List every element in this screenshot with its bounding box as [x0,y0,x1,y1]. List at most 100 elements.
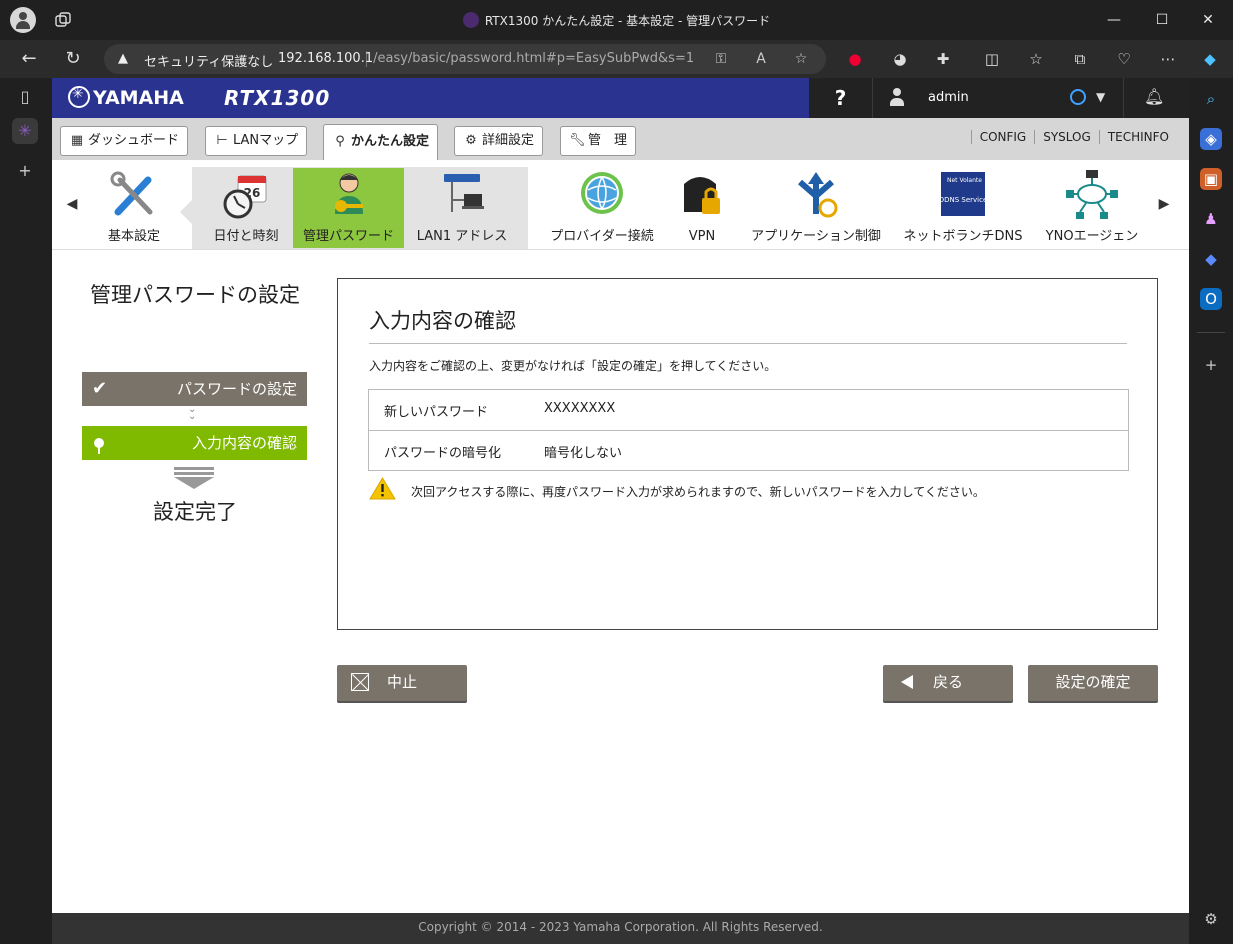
scroll-left-arrow-icon[interactable]: ◀ [64,196,80,216]
setting-category-bar: ◀ ▶ 基本設定 26 日付と時刻 管理パスワード LAN1 アドレス プロバイ… [52,160,1189,250]
vertical-tabs-rail: ▯ ✳ + [0,78,52,944]
back-button[interactable]: 戻る [883,665,1013,701]
search-icon[interactable]: ⌕ [1200,88,1222,110]
lan-tree-icon: ⊢ [216,133,228,148]
tools-briefcase-icon[interactable]: ▣ [1200,168,1222,190]
header-divider [1123,78,1124,118]
admin-person-key-icon [334,173,363,214]
row-key: 新しいパスワード [384,405,489,420]
tab-lan-map[interactable]: ⊢ LANマップ [205,126,308,156]
step-complete: 設定完了 [153,500,237,524]
maximize-icon[interactable]: ☐ [1152,10,1172,30]
key-icon[interactable]: ⚿ [712,50,730,68]
copilot-sidebar-icon[interactable]: ◆ [1200,248,1222,270]
yamaha-logo: YAMAHA [68,86,184,109]
minimize-icon[interactable]: — [1104,10,1124,30]
help-button[interactable]: ? [809,78,873,118]
notification-bell-icon[interactable]: 🔔︎ [1144,87,1164,106]
link-techinfo[interactable]: TECHINFO [1098,130,1177,144]
confirmation-panel: 入力内容の確認 入力内容をご確認の上、変更がなければ「設定の確定」を押してくださ… [337,278,1158,630]
dashboard-grid-icon: ▦ [70,133,84,148]
category-basic-settings[interactable]: 基本設定 [96,168,172,248]
collections-icon[interactable]: ⧉ [1070,49,1090,69]
address-bar[interactable]: ▲ セキュリティ保護なし 192.168.100.1/easy/basic/pa… [104,44,826,74]
shopping-tag-icon[interactable]: ◈ [1200,128,1222,150]
outlook-icon[interactable]: O [1200,288,1222,310]
favorite-star-icon[interactable]: ☆ [792,50,810,68]
wrench-icon: 🔧︎ [569,133,586,148]
yamaha-tuning-fork-icon [68,86,90,108]
warning-triangle-icon [369,477,396,500]
category-application-control[interactable]: アプリケーション制御 [746,168,886,248]
chevron-down-icon[interactable]: ▼ [1096,90,1105,104]
tab-panel-icon[interactable]: ▯ [12,84,38,110]
back-arrow-icon[interactable]: ← [18,48,40,70]
submenu-notch [180,200,192,224]
url-text[interactable]: 192.168.100.1/easy/basic/password.html#p… [278,51,694,66]
games-icon[interactable]: ♟ [1200,208,1222,230]
yamaha-favicon-icon [462,12,479,28]
browser-toolbar: ← ↻ ▲ セキュリティ保護なし 192.168.100.1/easy/basi… [0,40,1233,78]
top-links: CONFIG SYSLOG TECHINFO [970,130,1177,144]
cloud-network-icon [1066,170,1118,219]
ddns-service-icon: Net Volante DDNS Service [939,172,988,216]
tab-advanced-settings[interactable]: ⚙ 詳細設定 [454,126,544,156]
scroll-right-arrow-icon[interactable]: ▶ [1156,196,1172,216]
active-tab-favicon-icon[interactable]: ✳ [12,118,38,144]
status-circle-icon[interactable] [1070,89,1086,105]
copyright-footer: Copyright © 2014 - 2023 Yamaha Corporati… [52,913,1189,944]
category-date-time[interactable]: 26 日付と時刻 [202,168,290,248]
svg-text:Net Volante: Net Volante [947,177,982,184]
favorites-icon[interactable]: ☆ [1026,49,1046,69]
username-label: admin [928,90,969,105]
settings-gear-icon[interactable]: ⚙ [1200,908,1222,930]
read-aloud-icon[interactable]: A [752,50,770,68]
security-status[interactable]: セキュリティ保護なし [144,51,273,70]
router-pc-icon [444,174,484,212]
sidebar-divider [1197,332,1225,333]
panel-title: 入力内容の確認 [369,309,516,333]
add-sidebar-app-icon[interactable]: + [1200,354,1222,376]
step-password-setting: ✔ パスワードの設定 [82,372,307,406]
browser-titlebar: RTX1300 かんたん設定 - 基本設定 - 管理パスワード — ☐ ✕ [0,0,1233,40]
category-yno-agent[interactable]: YNOエージェン [1042,168,1142,248]
double-chevron-down-icon: ⌄ ⌄ [188,404,197,422]
more-menu-icon[interactable]: ⋯ [1158,49,1178,69]
edge-sidebar: ⌕ ◈ ▣ ♟ ◆ O + ⚙ [1189,78,1233,944]
extensions-puzzle-icon[interactable]: ✚ [933,49,953,69]
branch-arrows-icon [798,172,838,218]
category-lan1-address[interactable]: LAN1 アドレス [412,168,512,248]
tools-icon [110,171,153,216]
calendar-clock-icon: 26 [223,175,267,219]
panel-description: 入力内容をご確認の上、変更がなければ「設定の確定」を押してください。 [369,359,777,373]
row-value: 暗号化しない [544,446,623,461]
user-icon [890,88,904,108]
link-config[interactable]: CONFIG [970,130,1035,144]
refresh-icon[interactable]: ↻ [62,48,84,70]
split-screen-icon[interactable]: ◫ [982,49,1002,69]
svg-text:DDNS Service: DDNS Service [939,196,988,204]
globe-icon [581,172,623,214]
extension-ball-icon[interactable]: ◕ [890,49,910,69]
close-icon[interactable]: ✕ [1198,10,1218,30]
new-tab-plus-icon[interactable]: + [12,158,38,184]
category-admin-password[interactable]: 管理パスワード [293,168,404,248]
category-netvolante-dns[interactable]: Net Volante DDNS Service ネットボランチDNS [898,168,1028,248]
category-vpn[interactable]: VPN [666,168,738,248]
performance-heart-icon[interactable]: ♡ [1114,49,1134,69]
link-syslog[interactable]: SYSLOG [1034,130,1099,144]
record-icon[interactable]: ● [845,49,865,69]
tab-title: RTX1300 かんたん設定 - 基本設定 - 管理パスワード [0,12,1233,29]
vpn-lock-icon [684,177,720,214]
confirmation-table: 新しいパスワード XXXXXXXX パスワードの暗号化 暗号化しない [368,389,1129,471]
category-provider-connection[interactable]: プロバイダー接続 [546,168,658,248]
confirm-settings-button[interactable]: 設定の確定 [1028,665,1158,701]
tab-management[interactable]: 🔧︎ 管 理 [560,126,637,156]
tab-easy-setup[interactable]: ⚲ かんたん設定 [323,124,439,160]
copilot-icon[interactable]: ◆ [1200,49,1220,69]
cancel-button[interactable]: 中止 [337,665,467,701]
tab-dashboard[interactable]: ▦ ダッシュボード [60,126,189,156]
router-web-page: YAMAHA RTX1300 ? admin ▼ 🔔︎ ▦ダッシュボード ⊢LA… [52,78,1189,944]
cancel-x-icon [351,673,369,691]
main-menu: ▦ ダッシュボード ⊢ LANマップ ⚲ かんたん設定 ⚙ 詳細設定 🔧︎ 管 理 CON… [52,118,1189,160]
